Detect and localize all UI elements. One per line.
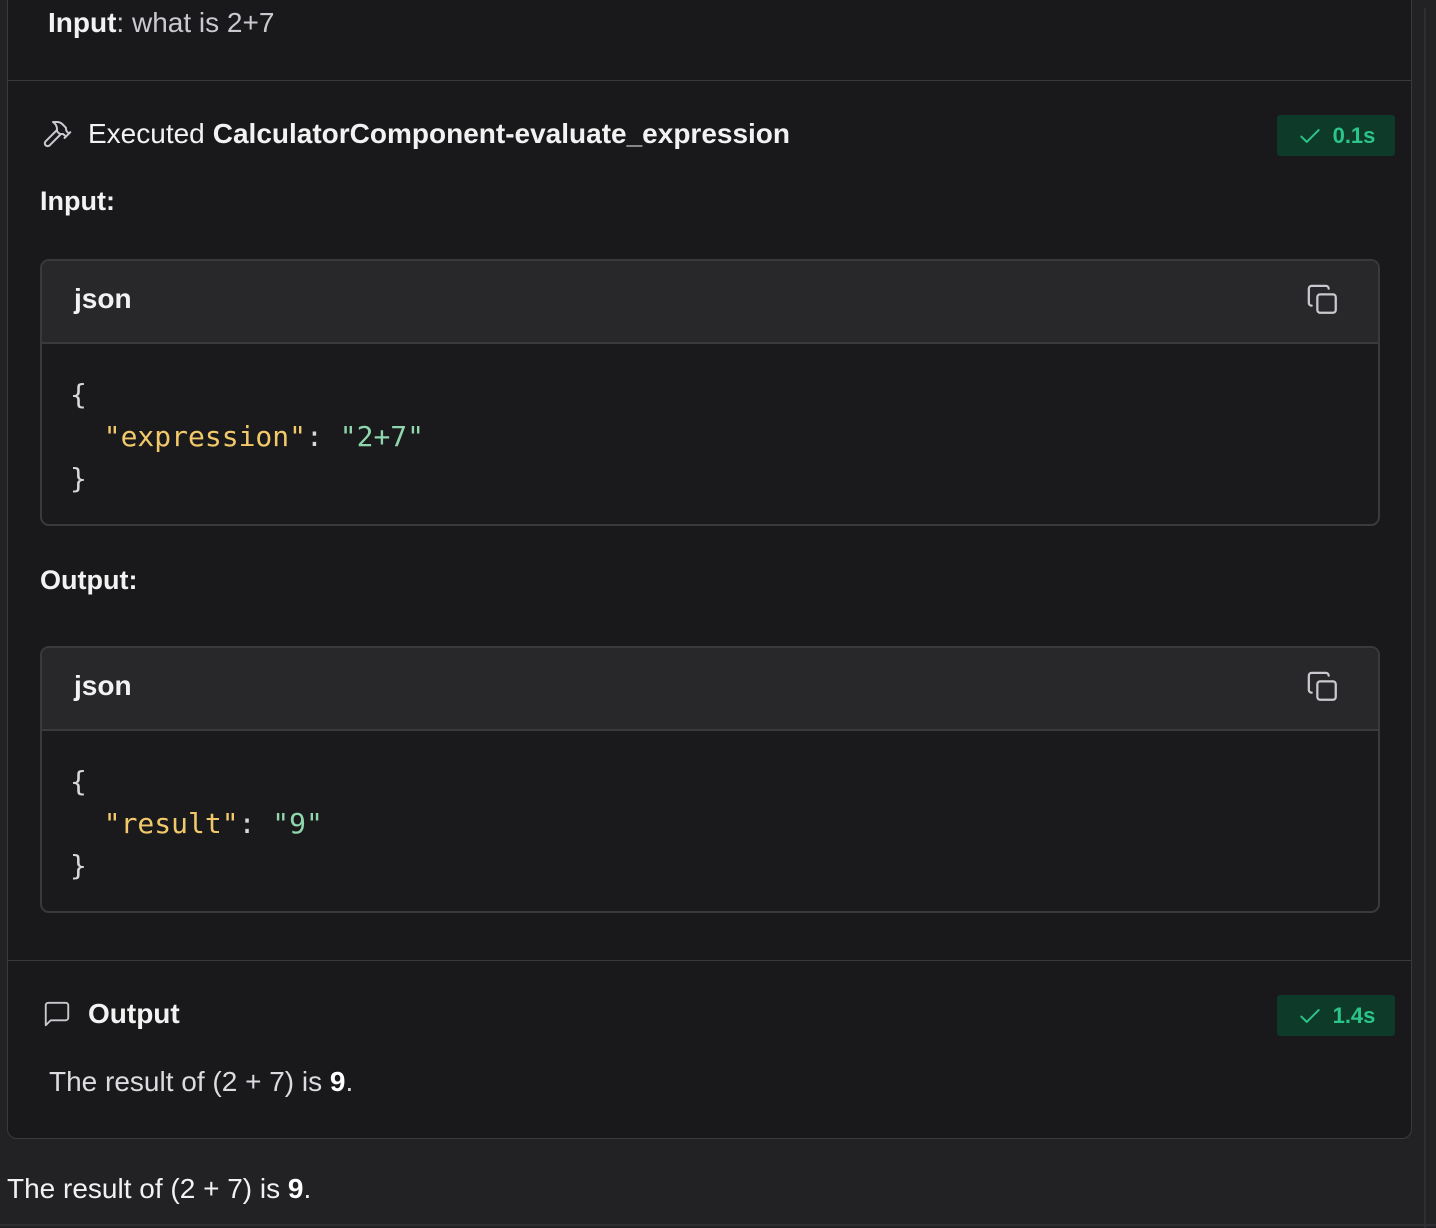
output-step-title: Output [88, 998, 180, 1029]
right-border [1424, 8, 1426, 1228]
hammer-icon [40, 117, 74, 151]
tool-duration-badge: 0.1s [1277, 115, 1395, 156]
message-square-icon [40, 997, 74, 1031]
input-section-label: Input: [40, 186, 115, 216]
tool-step-header[interactable]: Executed CalculatorComponent-evaluate_ex… [40, 117, 790, 151]
code-block-header: json [42, 261, 1378, 344]
duration-text: 0.1s [1332, 122, 1376, 148]
section-divider [7, 960, 1412, 961]
section-divider [7, 80, 1412, 81]
input-value: what is 2+7 [131, 7, 275, 38]
user-input-line: Input: what is 2+7 [48, 7, 275, 38]
code-language: json [74, 670, 132, 701]
agent-steps-card [7, 0, 1412, 1139]
copy-icon[interactable] [1306, 283, 1340, 317]
output-section-label: Output: [40, 565, 138, 595]
code-content: { "expression": "2+7" } [70, 378, 425, 495]
output-step-text: The result of (2 + 7) is 9. [49, 1066, 354, 1097]
json-key: "result" [103, 807, 239, 840]
step-prefix: Executed [88, 118, 205, 149]
input-code-block: json { "expression": "2+7" } [40, 259, 1380, 526]
output-code-block: json { "result": "9" } [40, 646, 1380, 913]
bottom-border [0, 1224, 1436, 1226]
final-message: The result of (2 + 7) is 9. [7, 1173, 312, 1204]
duration-text: 1.4s [1332, 1002, 1376, 1028]
code-language: json [74, 283, 132, 314]
input-label: Input [48, 7, 117, 38]
json-value: "9" [272, 807, 323, 840]
output-step-header[interactable]: Output [40, 997, 180, 1031]
tool-name: CalculatorComponent-evaluate_expression [212, 118, 791, 149]
code-block-header: json [42, 648, 1378, 731]
json-value: "2+7" [339, 420, 425, 453]
check-icon [1299, 1008, 1320, 1023]
json-key: "expression" [103, 420, 307, 453]
copy-icon[interactable] [1306, 670, 1340, 704]
output-duration-badge: 1.4s [1277, 995, 1395, 1036]
check-icon [1299, 128, 1320, 143]
code-content: { "result": "9" } [70, 765, 323, 882]
